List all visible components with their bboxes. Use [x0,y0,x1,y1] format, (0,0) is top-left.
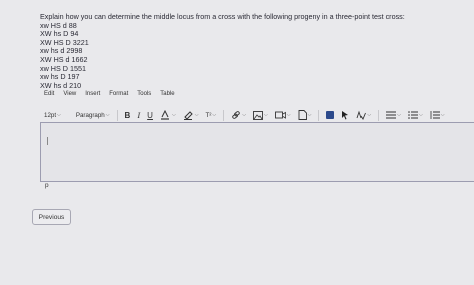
editor-status-path: p [45,182,49,189]
numbered-list-button[interactable]: ⌵ [430,109,445,121]
spellcheck-button[interactable]: ⌵ [356,109,371,121]
chevron-down-icon: ⌵ [286,112,291,118]
chevron-down-icon: ⌵ [242,112,246,118]
highlight-icon [183,111,193,120]
document-icon [298,110,307,120]
chevron-down-icon: ⌵ [440,112,445,118]
progeny-row: XW hs D 94 [40,29,79,39]
toolbar-divider [378,109,380,121]
paragraph-value: Paragraph [75,111,105,119]
menu-tools[interactable]: Tools [137,91,151,97]
font-size-value: 12pt [44,111,57,119]
accessibility-button[interactable] [326,109,335,121]
progeny-row: xw HS d 88 [40,20,77,30]
bold-button[interactable]: B [125,109,131,121]
link-icon [232,111,240,119]
previous-button-label: Previous [38,213,65,221]
cursor-icon [342,111,349,120]
progeny-row: xw HS D 1551 [40,63,86,73]
editor-toolbar: 12pt ⌵ Paragraph ⌵ B I U ⌵ ⌵ T² ⌵ ⌵ ⌵ ⌵ … [44,108,452,122]
bullet-list-icon [408,111,418,119]
question-block: Explain how you can determine the middle… [40,12,405,91]
progeny-row: xw hs d 2998 [40,46,83,56]
menu-view[interactable]: View [63,91,76,97]
document-button[interactable]: ⌵ [298,109,312,121]
toolbar-divider [318,109,320,121]
chevron-down-icon: ⌵ [367,112,372,118]
media-icon [274,111,286,119]
image-button[interactable]: ⌵ [253,109,268,121]
progeny-row: XW HS D 3221 [40,37,89,47]
previous-button[interactable]: Previous [32,209,71,225]
highlight-color-button[interactable]: ⌵ [183,109,199,121]
chevron-down-icon: ⌵ [307,112,312,118]
bullet-list-button[interactable]: ⌵ [408,109,423,121]
text-color-icon [160,110,169,120]
chevron-down-icon: ⌵ [263,112,268,118]
chevron-down-icon: ⌵ [397,112,401,118]
editor-menubar: Edit View Insert Format Tools Table [44,91,175,97]
chevron-down-icon: ⌵ [194,112,199,118]
paragraph-select[interactable]: Paragraph ⌵ [76,109,110,121]
align-button[interactable]: ⌵ [386,109,401,121]
question-page: Explain how you can determine the middle… [0,0,474,285]
numbered-list-icon [430,111,440,119]
image-icon [253,110,263,120]
chevron-down-icon: ⌵ [105,112,110,118]
menu-table[interactable]: Table [160,91,174,97]
toolbar-divider [223,109,225,121]
toolbar-divider [116,109,118,121]
menu-format[interactable]: Format [109,91,128,97]
align-icon [386,111,397,119]
underline-button[interactable]: U [147,109,153,121]
progeny-row: xw hs D 197 [40,72,80,82]
question-prompt: Explain how you can determine the middle… [40,12,405,21]
font-size-select[interactable]: 12pt ⌵ [44,109,61,121]
text-color-button[interactable]: ⌵ [160,109,176,121]
link-button[interactable]: ⌵ [231,109,246,121]
media-button[interactable]: ⌵ [274,109,291,121]
cursor-button[interactable] [341,109,349,121]
chevron-down-icon: ⌵ [212,112,217,118]
superscript-button[interactable]: T² ⌵ [206,109,217,121]
progeny-row: XW hs d 210 [40,80,82,90]
spellcheck-icon [356,110,367,120]
chevron-down-icon: ⌵ [418,112,423,118]
text-cursor [47,137,48,145]
progeny-list: xw HS d 88 XW hs D 94 XW HS D 3221 xw hs… [40,20,405,91]
italic-button[interactable]: I [137,109,140,121]
menu-edit[interactable]: Edit [44,91,54,97]
superscript-label: T² [205,111,212,119]
accessibility-icon [326,111,335,119]
chevron-down-icon: ⌵ [171,112,176,118]
menu-insert[interactable]: Insert [85,91,100,97]
chevron-down-icon: ⌵ [57,112,61,118]
progeny-row: XW HS d 1662 [40,54,88,64]
rich-text-editor[interactable] [40,122,474,182]
